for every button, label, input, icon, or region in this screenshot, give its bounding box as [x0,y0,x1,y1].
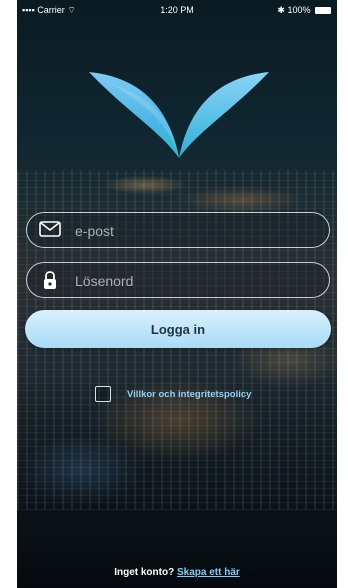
signup-link[interactable]: Skapa ett här [177,567,240,578]
terms-link[interactable]: Villkor och integritetspolicy [127,389,251,400]
bluetooth-icon: ✱ [277,5,285,15]
battery-icon [315,7,331,14]
password-field[interactable] [26,262,330,298]
email-input[interactable] [73,213,317,248]
signup-prompt: Inget konto? Skapa ett här [17,567,337,578]
signup-text: Inget konto? [114,567,175,578]
terms-checkbox[interactable] [95,386,111,402]
app-screen: ▪▪▪▪ Carrier ⌔ 1:20 PM ✱ 100% e-post Log… [17,0,337,588]
login-button[interactable]: Logga in [25,310,331,348]
status-bar: ▪▪▪▪ Carrier ⌔ 1:20 PM ✱ 100% [17,0,337,20]
app-logo [89,72,269,158]
envelope-icon [39,221,61,242]
email-field[interactable] [26,212,330,248]
password-input[interactable] [73,263,317,298]
lock-icon [42,270,58,295]
battery-status: ✱ 100% [277,5,331,16]
